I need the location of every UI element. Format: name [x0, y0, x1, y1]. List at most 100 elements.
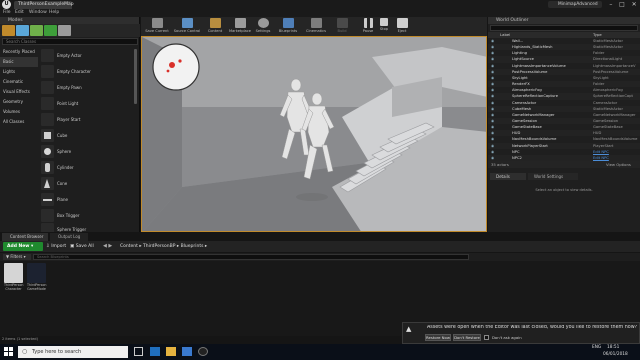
edge-browser-icon[interactable]: [150, 347, 160, 356]
place-item-box-trigger[interactable]: Box Trigger: [40, 208, 133, 223]
maximize-icon[interactable]: □: [619, 0, 625, 9]
breadcrumb-thirdpersonbp[interactable]: ThirdPersonBP: [143, 244, 175, 249]
breadcrumb: Content ▸ ThirdPersonBP ▸ Blueprints ▸: [120, 244, 208, 249]
nav-back-forward[interactable]: ◀ ▶: [103, 242, 119, 251]
pause-button[interactable]: Pause: [360, 18, 376, 35]
unreal-logo-icon[interactable]: U: [2, 0, 11, 9]
save-current-button[interactable]: Save Current: [144, 18, 170, 35]
task-view-icon[interactable]: [134, 347, 143, 356]
close-icon[interactable]: ✕: [632, 0, 637, 9]
paint-mode-icon[interactable]: [16, 25, 29, 36]
modes-scrollbar[interactable]: [134, 49, 137, 104]
asset-search-input[interactable]: Search Blueprints: [33, 254, 469, 260]
place-item-cylinder[interactable]: Cylinder: [40, 160, 133, 175]
character-thumbnail-icon: [4, 263, 23, 283]
place-item-empty-actor[interactable]: Empty Actor: [40, 48, 133, 63]
place-item-cone[interactable]: Cone: [40, 176, 133, 191]
asset-name: ThirdPerson GameMode: [27, 283, 47, 291]
geometry-mode-icon[interactable]: [58, 25, 71, 36]
notification-message: Assets were open when the Editor was las…: [427, 325, 638, 330]
view-options-button[interactable]: View Options: [606, 161, 631, 168]
button-label: Settings: [255, 29, 271, 33]
place-item-plane[interactable]: Plane: [40, 192, 133, 207]
place-item-sphere-trigger[interactable]: Sphere Trigger: [40, 222, 133, 232]
search-classes-input[interactable]: Search Classes: [2, 38, 138, 45]
foliage-mode-icon[interactable]: [44, 25, 57, 36]
menu-help[interactable]: Help: [49, 9, 59, 17]
store-icon[interactable]: [182, 347, 192, 356]
dont-ask-checkbox[interactable]: [484, 335, 489, 340]
category-recently-placed[interactable]: Recently Placed: [0, 47, 38, 57]
place-item-point-light[interactable]: Point Light: [40, 96, 133, 111]
empty-actor-icon: [41, 49, 54, 62]
item-label: Cone: [57, 181, 68, 186]
level-viewport[interactable]: [141, 36, 487, 232]
place-mode-icon[interactable]: [2, 25, 15, 36]
place-item-empty-pawn[interactable]: Empty Pawn: [40, 80, 133, 95]
place-item-sphere[interactable]: Sphere: [40, 144, 133, 159]
source-control-button[interactable]: Source Control: [172, 18, 202, 35]
place-item-cube[interactable]: Cube: [40, 128, 133, 143]
marketplace-button[interactable]: Marketplace: [227, 18, 253, 35]
cone-icon: [41, 177, 54, 190]
dont-restore-button[interactable]: Don't Restore: [453, 334, 481, 341]
stop-button[interactable]: Stop: [377, 18, 391, 35]
details-panel: Details World Settings Select an object …: [488, 172, 640, 232]
import-button[interactable]: ⇩ Import: [46, 242, 68, 251]
tab-content-browser[interactable]: Content Browser: [2, 233, 48, 241]
unreal-taskbar-icon[interactable]: [198, 347, 208, 356]
breadcrumb-blueprints[interactable]: Blueprints: [181, 244, 204, 249]
window-controls: – □ ✕: [606, 0, 640, 9]
build-icon: [336, 18, 348, 28]
build-button[interactable]: Build: [334, 18, 350, 35]
world-outliner-title: World Outliner: [496, 18, 529, 23]
taskbar-date[interactable]: 06/01/2018: [603, 352, 628, 357]
menu-edit[interactable]: Edit: [15, 9, 24, 17]
tab-details[interactable]: Details: [490, 173, 526, 180]
category-all-classes[interactable]: All Classes: [0, 117, 38, 127]
cinematics-button[interactable]: Cinematics: [303, 18, 329, 35]
category-cinematic[interactable]: Cinematic: [0, 77, 38, 87]
landscape-mode-icon[interactable]: [30, 25, 43, 36]
outliner-search-input[interactable]: [490, 25, 638, 31]
save-all-button[interactable]: ▣ Save All: [70, 242, 98, 251]
asset-thirdperson-character[interactable]: ThirdPerson Character: [4, 263, 24, 297]
taskbar-search-placeholder: Type here to search: [32, 349, 82, 355]
minimize-icon[interactable]: –: [609, 0, 612, 9]
add-new-button[interactable]: Add New ▾: [3, 242, 43, 251]
stop-icon: [380, 18, 388, 26]
button-label: Marketplace: [228, 29, 252, 33]
category-visual-effects[interactable]: Visual Effects: [0, 87, 38, 97]
pause-icon: [363, 18, 373, 28]
outliner-footer: 35 actors View Options: [488, 161, 640, 168]
tab-details-label: Details: [496, 174, 510, 179]
minimap-overlay: [152, 43, 200, 91]
windows-start-icon[interactable]: [4, 347, 13, 356]
eject-button[interactable]: Eject: [395, 18, 409, 35]
asset-thirdperson-gamemode[interactable]: ThirdPerson GameMode: [27, 263, 47, 297]
tab-world-settings[interactable]: World Settings: [528, 173, 578, 180]
taskbar-language[interactable]: ENG: [592, 345, 601, 350]
place-item-player-start[interactable]: Player Start: [40, 112, 133, 127]
button-label: Eject: [397, 29, 407, 33]
category-basic[interactable]: Basic: [0, 57, 38, 67]
category-lights[interactable]: Lights: [0, 67, 38, 77]
blueprints-button[interactable]: Blueprints: [277, 18, 299, 35]
breadcrumb-content[interactable]: Content: [120, 244, 138, 249]
settings-button[interactable]: Settings: [254, 18, 272, 35]
category-volumes[interactable]: Volumes: [0, 107, 38, 117]
place-item-empty-character[interactable]: Empty Character: [40, 64, 133, 79]
restore-now-button[interactable]: Restore Now: [425, 334, 451, 341]
category-geometry[interactable]: Geometry: [0, 97, 38, 107]
menu-window[interactable]: Window: [29, 9, 47, 17]
restore-assets-notification: ▲ Assets were open when the Editor was l…: [402, 322, 640, 344]
button-label: Build: [337, 29, 347, 33]
level-tab[interactable]: ThirdPersonExampleMap: [14, 1, 74, 9]
file-explorer-icon[interactable]: [166, 347, 176, 356]
menu-file[interactable]: File: [3, 9, 11, 17]
tab-output-log[interactable]: Output Log: [50, 233, 88, 241]
content-button[interactable]: Content: [204, 18, 226, 35]
taskbar-search-input[interactable]: ○ Type here to search: [18, 346, 128, 358]
taskbar-time[interactable]: 18:51: [607, 345, 619, 350]
filters-button[interactable]: ▼ Filters ▾: [3, 254, 31, 260]
